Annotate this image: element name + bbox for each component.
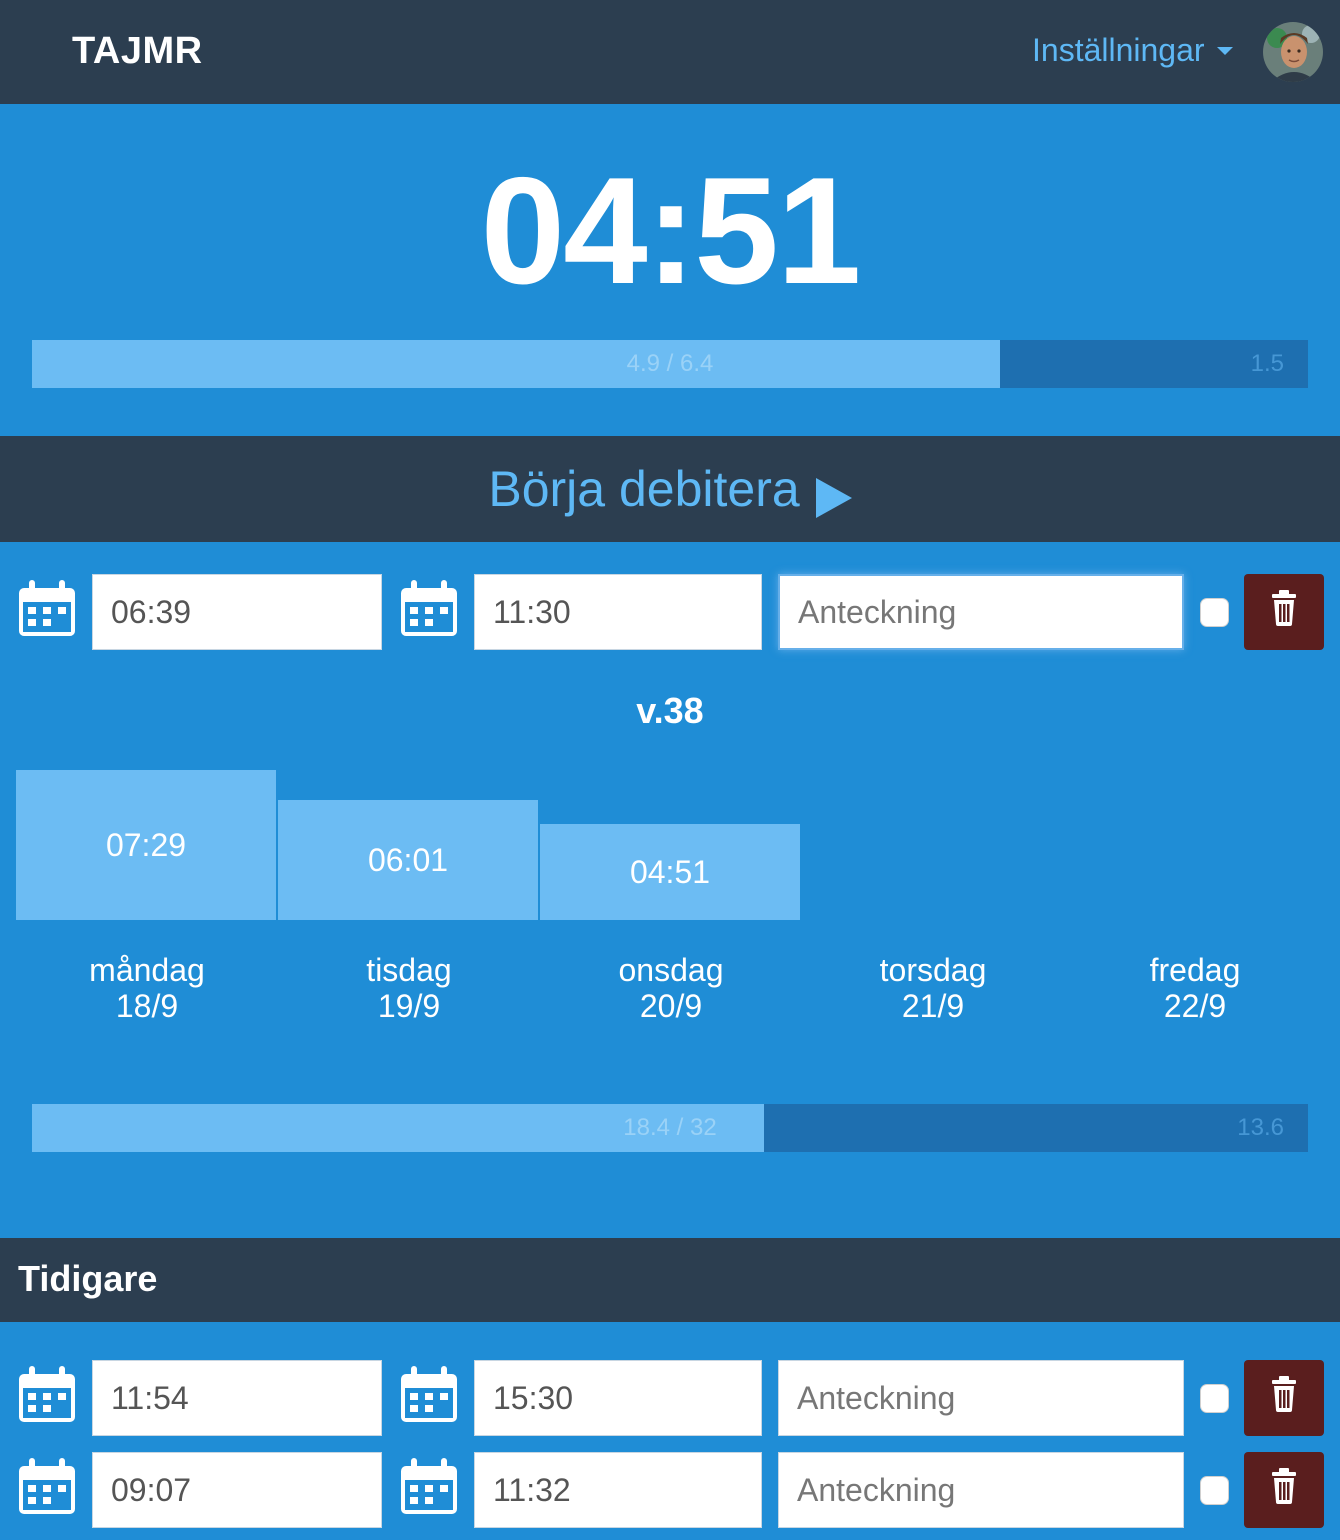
day-name: torsdag [879,952,987,988]
day-name: onsdag [618,952,724,988]
settings-label: Inställningar [1032,32,1205,68]
day-bar-wednesday: 04:51 [540,824,800,920]
day-name: måndag [89,952,205,988]
week-progress-remaining: 13.6 [1237,1114,1284,1141]
end-time-input[interactable] [474,1452,762,1528]
delete-button[interactable] [1244,1360,1324,1436]
day-date: 19/9 [377,988,441,1024]
brand-logo[interactable]: TAJMR [72,30,203,73]
start-time-input[interactable] [92,1360,382,1436]
section-title: Tidigare [18,1258,158,1299]
day-date: 21/9 [901,988,965,1024]
day-label-friday: fredag 22/9 [1064,952,1326,1024]
settings-dropdown[interactable]: Inställningar [1032,32,1233,69]
calendar-icon[interactable] [17,1456,77,1516]
play-icon [815,477,852,518]
day-label-monday: måndag 18/9 [16,952,278,1024]
day-name: tisdag [366,952,452,988]
note-input[interactable] [778,574,1184,650]
entry-checkbox[interactable] [1200,598,1229,627]
calendar-icon[interactable] [17,578,77,638]
day-date: 18/9 [115,988,179,1024]
end-time-input[interactable] [474,574,762,650]
end-time-input[interactable] [474,1360,762,1436]
day-label-thursday: torsdag 21/9 [802,952,1064,1024]
day-progress-remaining: 1.5 [1250,350,1284,377]
day-label-wednesday: onsdag 20/9 [540,952,802,1024]
trash-icon [1272,1376,1296,1412]
timer-display: 04:51 [480,146,862,316]
avatar[interactable] [1263,22,1323,82]
day-progress-bar: 4.9 / 6.4 1.5 [32,340,1308,388]
week-progress-label: 18.4 / 32 [623,1114,717,1141]
entry-checkbox[interactable] [1200,1476,1229,1505]
day-date: 22/9 [1163,988,1227,1024]
day-progress-label: 4.9 / 6.4 [626,350,714,377]
day-date: 20/9 [639,988,703,1024]
calendar-icon[interactable] [17,1364,77,1424]
week-progress-bar: 18.4 / 32 13.6 [32,1104,1308,1152]
note-input[interactable] [778,1452,1184,1528]
delete-button[interactable] [1244,574,1324,650]
earlier-entry-row [0,1360,1340,1436]
start-time-input[interactable] [92,574,382,650]
day-name: fredag [1149,952,1241,988]
trash-icon [1272,590,1296,626]
delete-button[interactable] [1244,1452,1324,1528]
trash-icon [1272,1468,1296,1504]
start-time-input[interactable] [92,1452,382,1528]
caret-down-icon [1216,46,1233,55]
calendar-icon[interactable] [399,1456,459,1516]
start-billing-button[interactable]: Börja debitera [0,436,1340,542]
day-bar-monday: 07:29 [16,770,276,920]
note-input[interactable] [778,1360,1184,1436]
calendar-icon[interactable] [399,578,459,638]
navbar: TAJMR Inställningar [0,0,1340,104]
day-label-tuesday: tisdag 19/9 [278,952,540,1024]
week-label: v.38 [636,690,704,731]
earlier-section-header: Tidigare [0,1238,1340,1322]
current-entry-row [0,574,1340,650]
day-bar-tuesday: 06:01 [278,800,538,920]
entry-checkbox[interactable] [1200,1384,1229,1413]
start-billing-label: Börja debitera [488,461,800,517]
calendar-icon[interactable] [399,1364,459,1424]
earlier-entry-row [0,1452,1340,1528]
